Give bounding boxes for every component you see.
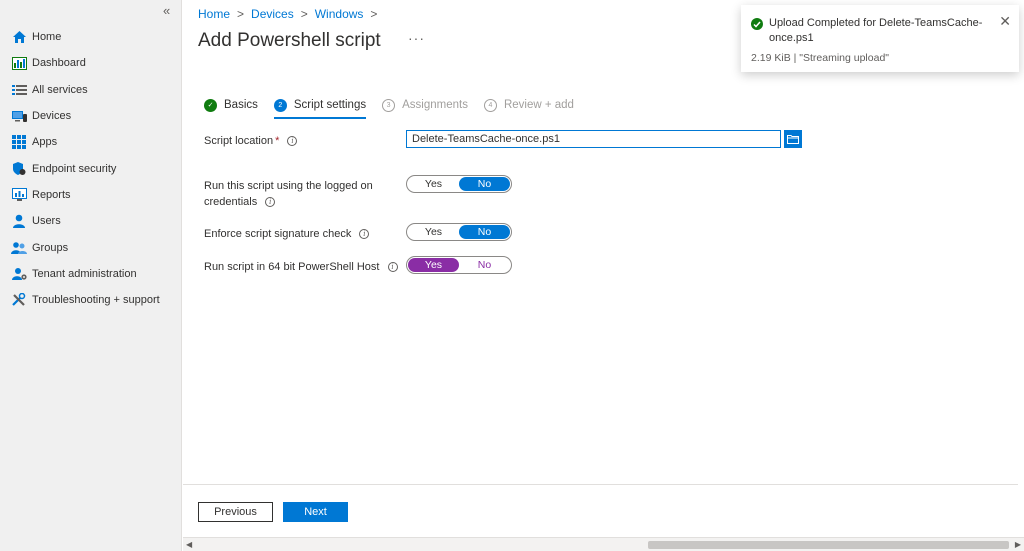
- check-icon: ✓: [204, 98, 217, 112]
- vertical-scrollbar[interactable]: [1018, 0, 1024, 537]
- page-title: Add Powershell script: [198, 30, 381, 51]
- tab-script-settings[interactable]: 2 Script settings: [273, 94, 367, 119]
- run-logged-on-label: Run this script using the logged on cred…: [204, 178, 373, 210]
- sidebar-item-label: Devices: [32, 110, 72, 123]
- step-number-badge: 3: [382, 98, 396, 112]
- sidebar-item-tenant-administration[interactable]: Tenant administration: [0, 261, 182, 287]
- toggle-no-option[interactable]: No: [459, 225, 510, 239]
- scroll-left-icon[interactable]: ◀: [186, 540, 192, 549]
- sidebar-item-groups[interactable]: Groups: [0, 234, 182, 260]
- footer-divider: [183, 484, 1024, 485]
- browse-file-button[interactable]: [784, 130, 802, 148]
- success-check-icon: [751, 18, 763, 30]
- script-location-input[interactable]: [406, 130, 781, 148]
- sidebar-item-label: All services: [32, 83, 88, 96]
- sidebar-item-label: Troubleshooting + support: [32, 294, 160, 307]
- required-mark: *: [275, 135, 280, 147]
- tab-basics[interactable]: ✓ Basics: [204, 94, 258, 116]
- scrollbar-thumb[interactable]: [648, 541, 1009, 549]
- toggle-yes-option[interactable]: Yes: [408, 225, 459, 239]
- sidebar-item-label: Home: [32, 31, 62, 44]
- home-icon: [11, 29, 27, 45]
- apps-icon: [11, 134, 27, 150]
- main-content: Home > Devices > Windows > Add Powershel…: [183, 0, 1024, 551]
- folder-icon: [787, 135, 799, 144]
- next-button[interactable]: Next: [283, 502, 348, 522]
- horizontal-scrollbar[interactable]: ◀ ▶: [183, 537, 1024, 551]
- run-logged-on-label-line2: credentials: [204, 196, 258, 208]
- step-number-badge: 2: [273, 98, 287, 112]
- enforce-signature-toggle[interactable]: Yes No: [406, 223, 512, 241]
- tab-label: Review + add: [503, 99, 574, 111]
- sidebar-item-label: Apps: [32, 136, 58, 149]
- more-options-icon[interactable]: ···: [408, 30, 425, 46]
- breadcrumb-home[interactable]: Home: [198, 7, 230, 21]
- sidebar-item-endpoint-security[interactable]: Endpoint security: [0, 155, 182, 181]
- breadcrumb-separator: >: [237, 7, 245, 21]
- dashboard-icon: [11, 55, 27, 71]
- sidebar-item-label: Endpoint security: [32, 162, 117, 175]
- sidebar-item-label: Tenant administration: [32, 267, 137, 280]
- sidebar-item-label: Groups: [32, 241, 69, 254]
- breadcrumb-separator: >: [370, 7, 378, 21]
- close-icon[interactable]: ✕: [999, 14, 1011, 28]
- sidebar-nav: Home Dashboard All services Devices Apps: [0, 24, 182, 313]
- shield-icon: [11, 161, 27, 177]
- breadcrumb-separator: >: [300, 7, 308, 21]
- reports-icon: [11, 187, 27, 203]
- list-icon: [11, 82, 27, 98]
- tenant-icon: [11, 266, 27, 282]
- run-64bit-label: Run script in 64 bit PowerShell Host i: [204, 259, 398, 275]
- tab-label: Script settings: [293, 99, 367, 111]
- wizard-tabs: ✓ Basics 2 Script settings 3 Assignments…: [204, 94, 590, 119]
- enforce-signature-label: Enforce script signature check i: [204, 226, 370, 242]
- sidebar: « Home Dashboard All services Devices Ap…: [0, 0, 182, 551]
- scroll-right-icon[interactable]: ▶: [1015, 540, 1021, 549]
- sidebar-item-label: Users: [32, 215, 61, 228]
- wrench-icon: [11, 292, 27, 308]
- sidebar-item-label: Reports: [32, 188, 71, 201]
- enforce-signature-label-text: Enforce script signature check: [204, 228, 352, 240]
- step-number-badge: 4: [483, 98, 497, 112]
- devices-icon: [11, 108, 27, 124]
- sidebar-item-reports[interactable]: Reports: [0, 182, 182, 208]
- groups-icon: [11, 240, 27, 256]
- toggle-yes-option[interactable]: Yes: [408, 258, 459, 272]
- run-logged-on-label-line1: Run this script using the logged on: [204, 180, 373, 192]
- breadcrumb: Home > Devices > Windows >: [198, 7, 384, 21]
- tab-assignments[interactable]: 3 Assignments: [382, 94, 468, 116]
- breadcrumb-windows[interactable]: Windows: [315, 7, 364, 21]
- sidebar-item-all-services[interactable]: All services: [0, 77, 182, 103]
- sidebar-item-troubleshooting[interactable]: Troubleshooting + support: [0, 287, 182, 313]
- tab-label: Basics: [224, 99, 258, 111]
- sidebar-item-label: Dashboard: [32, 57, 86, 70]
- sidebar-item-users[interactable]: Users: [0, 208, 182, 234]
- info-icon[interactable]: i: [265, 197, 276, 208]
- toggle-no-option[interactable]: No: [459, 258, 510, 272]
- run-64bit-toggle[interactable]: Yes No: [406, 256, 512, 274]
- script-location-label-text: Script location: [204, 135, 274, 147]
- info-icon[interactable]: i: [287, 136, 298, 147]
- sidebar-item-home[interactable]: Home: [0, 24, 182, 50]
- user-icon: [11, 213, 27, 229]
- notification-subtitle: 2.19 KiB | "Streaming upload": [751, 52, 890, 64]
- script-location-label: Script location * i: [204, 133, 298, 149]
- toggle-yes-option[interactable]: Yes: [408, 177, 459, 191]
- toggle-no-option[interactable]: No: [459, 177, 510, 191]
- info-icon[interactable]: i: [387, 262, 398, 273]
- sidebar-item-devices[interactable]: Devices: [0, 103, 182, 129]
- run-logged-on-toggle[interactable]: Yes No: [406, 175, 512, 193]
- info-icon[interactable]: i: [359, 229, 370, 240]
- tab-review-add[interactable]: 4 Review + add: [483, 94, 574, 116]
- sidebar-item-dashboard[interactable]: Dashboard: [0, 50, 182, 76]
- collapse-sidebar-icon[interactable]: «: [163, 3, 170, 18]
- breadcrumb-devices[interactable]: Devices: [251, 7, 294, 21]
- previous-button[interactable]: Previous: [198, 502, 273, 522]
- notification-title: Upload Completed for Delete-TeamsCache-o…: [769, 17, 983, 44]
- run-64bit-label-text: Run script in 64 bit PowerShell Host: [204, 261, 380, 273]
- upload-notification: Upload Completed for Delete-TeamsCache-o…: [741, 5, 1019, 72]
- tab-label: Assignments: [402, 99, 468, 111]
- sidebar-item-apps[interactable]: Apps: [0, 129, 182, 155]
